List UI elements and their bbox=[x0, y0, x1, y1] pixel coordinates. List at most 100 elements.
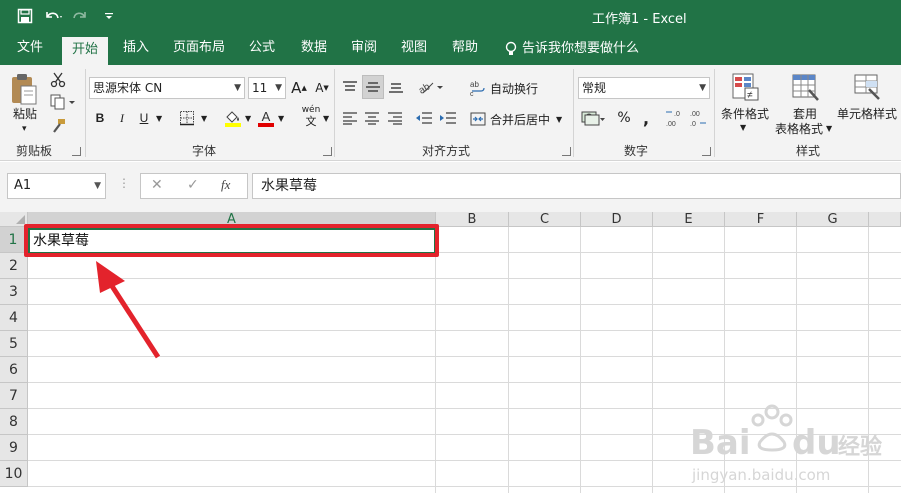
percent-style-button[interactable]: % bbox=[614, 108, 634, 128]
insert-function-button[interactable]: fx bbox=[221, 177, 230, 193]
alignment-launcher-icon[interactable] bbox=[562, 147, 571, 156]
paste-button[interactable]: 粘贴 bbox=[10, 105, 40, 122]
font-color-dropdown-icon[interactable]: ▼ bbox=[278, 114, 284, 123]
paste-icon[interactable] bbox=[8, 71, 40, 107]
tab-insert[interactable]: 插入 bbox=[114, 33, 158, 65]
accounting-format-icon[interactable] bbox=[580, 108, 606, 128]
column-header-b[interactable]: B bbox=[436, 212, 509, 227]
row-header-4[interactable]: 4 bbox=[0, 305, 28, 331]
font-color-icon[interactable]: A bbox=[256, 108, 276, 128]
conditional-formatting-button[interactable]: 条件格式 bbox=[716, 105, 774, 122]
tab-formulas[interactable]: 公式 bbox=[240, 33, 284, 65]
name-box[interactable]: A1 ▼ bbox=[7, 173, 106, 199]
column-header-d[interactable]: D bbox=[581, 212, 653, 227]
grid-line bbox=[580, 227, 581, 493]
align-bottom-icon[interactable] bbox=[386, 77, 406, 97]
comma-style-button[interactable]: , bbox=[638, 108, 654, 128]
phonetic-guide-button[interactable]: wén 文 bbox=[298, 105, 324, 131]
phonetic-dropdown-icon[interactable]: ▼ bbox=[323, 114, 329, 123]
conditional-dropdown-icon[interactable]: ▼ bbox=[740, 123, 746, 132]
format-as-table-icon[interactable] bbox=[788, 71, 822, 103]
column-header-f[interactable]: F bbox=[725, 212, 797, 227]
row-header-7[interactable]: 7 bbox=[0, 383, 28, 409]
number-launcher-icon[interactable] bbox=[702, 147, 711, 156]
row-header-3[interactable]: 3 bbox=[0, 279, 28, 305]
font-launcher-icon[interactable] bbox=[323, 147, 332, 156]
row-header-6[interactable]: 6 bbox=[0, 357, 28, 383]
window-title: 工作簿1 - Excel bbox=[592, 12, 687, 27]
decrease-decimal-icon[interactable]: .00.0 bbox=[688, 106, 708, 130]
align-right-icon[interactable] bbox=[385, 108, 405, 128]
align-left-icon[interactable] bbox=[340, 108, 360, 128]
format-painter-icon[interactable] bbox=[48, 117, 68, 135]
clipboard-launcher-icon[interactable] bbox=[72, 147, 81, 156]
row-header-8[interactable]: 8 bbox=[0, 409, 28, 435]
cancel-entry-icon[interactable]: ✕ bbox=[151, 177, 163, 193]
tab-page-layout[interactable]: 页面布局 bbox=[166, 33, 232, 65]
phonetic-pinyin-label: wén bbox=[301, 105, 321, 115]
number-format-combo[interactable]: 常规 ▼ bbox=[578, 77, 710, 99]
tab-help[interactable]: 帮助 bbox=[442, 33, 488, 65]
borders-dropdown-icon[interactable]: ▼ bbox=[201, 114, 207, 123]
tab-data[interactable]: 数据 bbox=[292, 33, 336, 65]
column-header-g[interactable]: G bbox=[797, 212, 869, 227]
underline-button[interactable]: U bbox=[136, 108, 152, 128]
tab-view[interactable]: 视图 bbox=[392, 33, 436, 65]
orientation-icon[interactable]: ab bbox=[416, 77, 446, 97]
row-header-10[interactable]: 10 bbox=[0, 461, 28, 487]
font-size-value: 11 bbox=[252, 81, 268, 95]
column-header-partial[interactable] bbox=[869, 212, 901, 227]
merge-dropdown-icon[interactable]: ▼ bbox=[556, 115, 562, 124]
svg-text:du: du bbox=[792, 423, 841, 463]
row-header-5[interactable]: 5 bbox=[0, 331, 28, 357]
row-header-2[interactable]: 2 bbox=[0, 253, 28, 279]
ribbon-tabs: 文件 开始 插入 页面布局 公式 数据 审阅 视图 帮助 告诉我你想要做什么 bbox=[0, 33, 901, 65]
tab-review[interactable]: 审阅 bbox=[342, 33, 386, 65]
align-middle-icon[interactable] bbox=[362, 75, 384, 99]
paste-dropdown-icon[interactable]: ▾ bbox=[22, 124, 27, 134]
formula-bar: A1 ▼ ⋮ ✕ ✓ fx 水果草莓 bbox=[0, 162, 901, 212]
font-name-combo[interactable]: 思源宋体 CN ▼ bbox=[89, 77, 245, 99]
merge-center-label: 合并后居中 bbox=[490, 112, 551, 127]
tell-me-box[interactable]: 告诉我你想要做什么 bbox=[504, 33, 639, 65]
save-icon[interactable] bbox=[14, 6, 36, 26]
font-size-combo[interactable]: 11 ▼ bbox=[248, 77, 286, 99]
cell-styles-icon[interactable] bbox=[850, 71, 884, 103]
cut-icon[interactable] bbox=[48, 71, 68, 89]
increase-indent-icon[interactable] bbox=[438, 108, 458, 128]
fill-color-icon[interactable] bbox=[222, 108, 244, 128]
customize-qat-icon[interactable] bbox=[98, 6, 120, 26]
confirm-entry-icon[interactable]: ✓ bbox=[187, 177, 199, 193]
copy-icon[interactable] bbox=[48, 93, 78, 111]
format-as-table-label-2[interactable]: 表格格式 bbox=[770, 120, 828, 137]
align-top-icon[interactable] bbox=[340, 77, 360, 97]
fill-color-dropdown-icon[interactable]: ▼ bbox=[245, 114, 251, 123]
redo-icon[interactable] bbox=[70, 6, 92, 26]
decrease-indent-icon[interactable] bbox=[414, 108, 434, 128]
conditional-formatting-icon[interactable]: ≠ bbox=[728, 71, 762, 103]
decrease-font-size-icon[interactable]: A ▼ bbox=[314, 79, 330, 97]
tab-file[interactable]: 文件 bbox=[6, 33, 54, 65]
phonetic-char-label: 文 bbox=[305, 115, 317, 128]
ribbon-home: 粘贴 ▾ 剪贴板 思源宋体 CN ▼ 11 ▼ A ▲ A ▼ B I U ▼ ▼ ▼ … bbox=[0, 65, 901, 161]
chevron-down-icon[interactable]: ▼ bbox=[94, 174, 101, 198]
column-header-e[interactable]: E bbox=[653, 212, 725, 227]
tell-me-text: 告诉我你想要做什么 bbox=[522, 41, 640, 56]
row-header-9[interactable]: 9 bbox=[0, 435, 28, 461]
cell-styles-button[interactable]: 单元格样式 bbox=[834, 105, 900, 122]
bold-button[interactable]: B bbox=[92, 108, 108, 128]
formula-input[interactable]: 水果草莓 bbox=[252, 173, 901, 199]
increase-decimal-icon[interactable]: .0.00 bbox=[664, 106, 684, 130]
increase-font-size-icon[interactable]: A ▲ bbox=[291, 79, 307, 97]
wrap-text-button[interactable]: ab c 自动换行 bbox=[470, 77, 538, 99]
underline-dropdown-icon[interactable]: ▼ bbox=[156, 114, 162, 123]
italic-button[interactable]: I bbox=[114, 108, 130, 128]
column-header-c[interactable]: C bbox=[509, 212, 581, 227]
merge-center-button[interactable]: 合并后居中 ▼ bbox=[470, 108, 562, 130]
tab-home[interactable]: 开始 bbox=[62, 37, 108, 65]
borders-icon[interactable] bbox=[176, 108, 198, 128]
format-as-table-dropdown-icon[interactable]: ▼ bbox=[826, 124, 832, 133]
svg-text:ab: ab bbox=[417, 81, 432, 95]
align-center-icon[interactable] bbox=[362, 108, 382, 128]
undo-icon[interactable] bbox=[42, 6, 64, 26]
